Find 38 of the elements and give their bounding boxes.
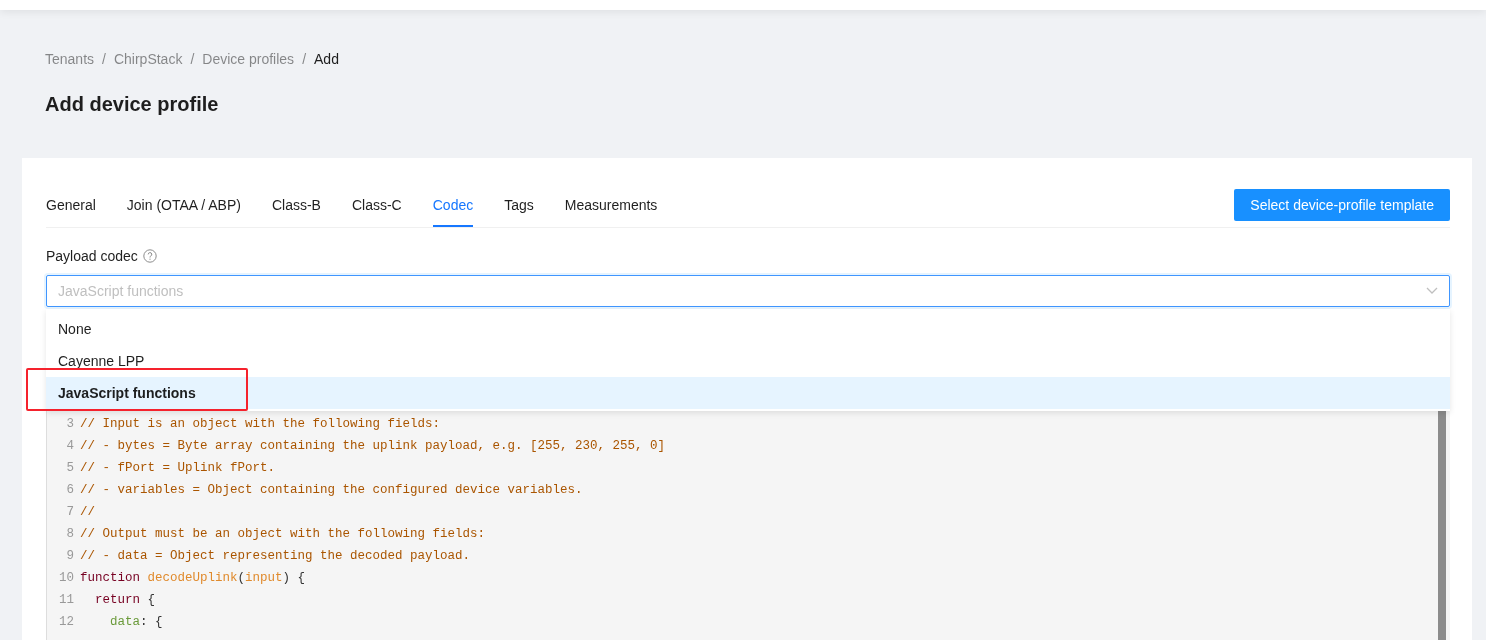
- line-number: 3: [65, 416, 75, 433]
- line-number: 12: [58, 614, 75, 631]
- breadcrumb-separator: /: [190, 50, 195, 69]
- line-number: 7: [65, 504, 75, 521]
- tab[interactable]: Measurements: [564, 189, 658, 227]
- breadcrumb-separator: /: [302, 50, 306, 69]
- tab[interactable]: Class-C: [351, 189, 402, 227]
- code-line: // - data = Object representing the decoded payload.: [80, 548, 471, 565]
- tab[interactable]: General: [46, 189, 96, 227]
- help-icon[interactable]: [142, 249, 157, 263]
- line-number: 4: [65, 438, 75, 455]
- code-line: // - fPort = Uplink fPort.: [80, 460, 276, 477]
- breadcrumb-item: Add: [314, 50, 339, 69]
- field-label: Payload codec: [46, 248, 138, 264]
- tab[interactable]: Join (OTAA / ABP): [126, 189, 241, 227]
- line-number: 5: [65, 460, 75, 477]
- tab[interactable]: Codec: [432, 189, 474, 227]
- code-line: // Output must be an object with the following fields:: [80, 526, 486, 543]
- code-line: function decodeUplink(input) {: [80, 570, 306, 587]
- dropdown-option[interactable]: None: [46, 313, 1450, 345]
- code-line: // - bytes = Byte array containing the uplink payload, e.g. [255, 230, 255, 0]: [80, 438, 666, 455]
- line-number: 10: [58, 570, 75, 587]
- dropdown-option[interactable]: Cayenne LPP: [46, 345, 1450, 377]
- line-number: 9: [65, 548, 75, 565]
- dropdown-option[interactable]: JavaScript functions: [46, 377, 1450, 409]
- page-title: Add device profile: [45, 92, 220, 117]
- chevron-down-icon: [1426, 287, 1438, 295]
- code-line: //: [80, 504, 95, 521]
- line-number: 6: [65, 482, 75, 499]
- code-line: return {: [94, 592, 156, 609]
- line-number: 8: [65, 526, 75, 543]
- breadcrumb-separator: /: [102, 50, 106, 69]
- code-line: // Input is an object with the following fields:: [80, 416, 441, 433]
- code-line: // - variables = Object containing the configured device variables.: [80, 482, 583, 499]
- code-line: data: {: [109, 614, 163, 631]
- tab[interactable]: Tags: [504, 189, 534, 227]
- line-number: 11: [58, 592, 75, 609]
- tab[interactable]: Class-B: [271, 189, 321, 227]
